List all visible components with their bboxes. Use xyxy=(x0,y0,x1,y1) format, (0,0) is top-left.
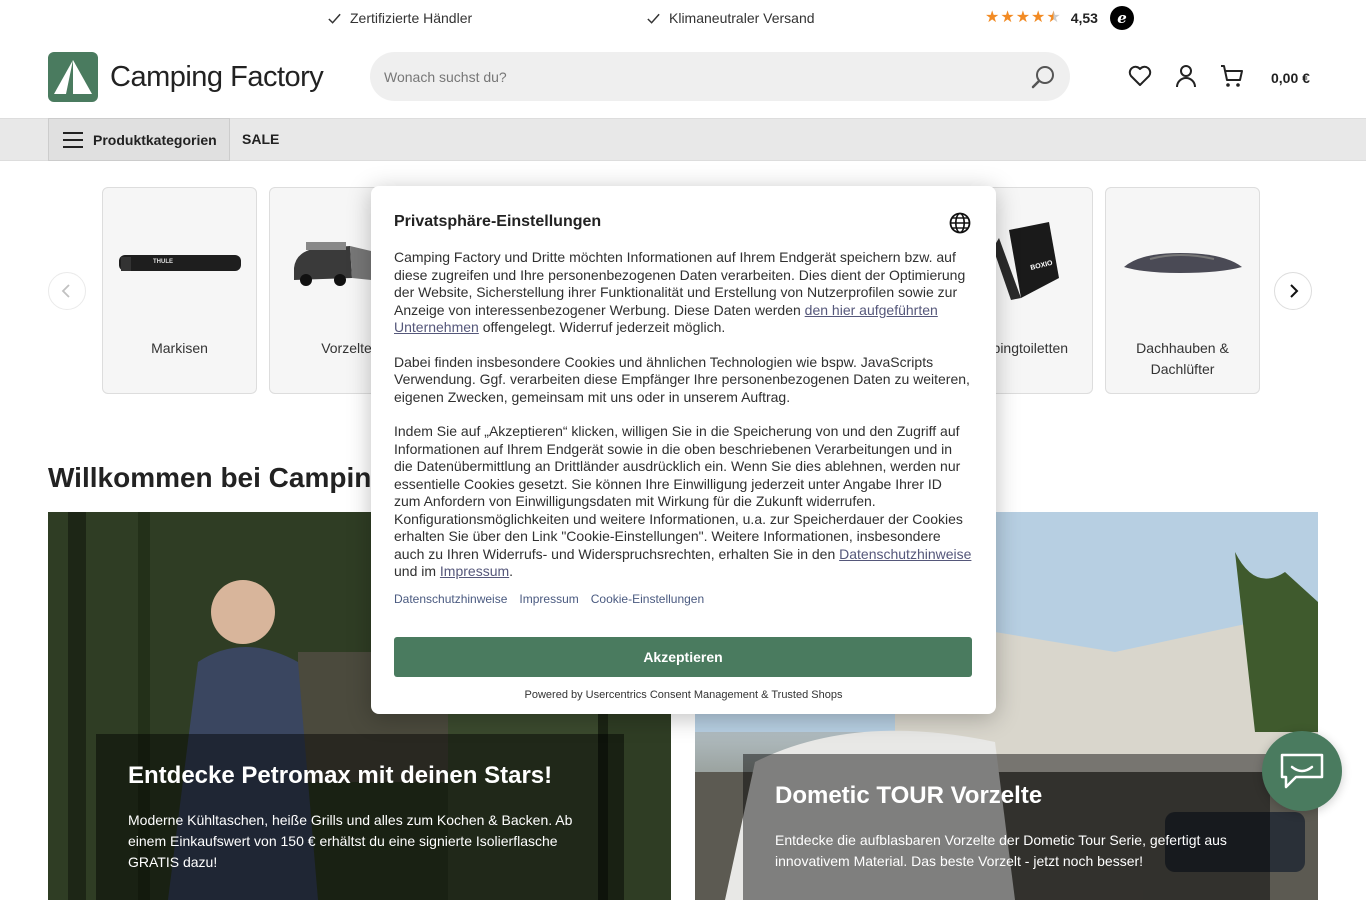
cookie-settings-link[interactable]: Cookie-Einstellungen xyxy=(591,592,704,606)
slider-next-button[interactable] xyxy=(1274,272,1312,310)
category-card-markisen[interactable]: THULE Markisen xyxy=(102,187,257,394)
header-actions xyxy=(1127,63,1245,89)
usp-certified-label: Zertifizierte Händler xyxy=(350,10,473,26)
chevron-left-icon xyxy=(61,284,70,298)
consent-text: Indem Sie auf „Akzeptieren“ klicken, wil… xyxy=(394,423,963,562)
roof-hatch-image xyxy=(1116,208,1249,318)
consent-text: und im xyxy=(394,563,440,579)
consent-title: Privatsphäre-Einstellungen xyxy=(394,213,602,230)
site-header: Camping Factory 0,00 € xyxy=(0,36,1366,118)
usp-climate-label: Klimaneutraler Versand xyxy=(669,10,815,26)
banner-caption: Dometic TOUR Vorzelte Entdecke die aufbl… xyxy=(743,754,1270,900)
wishlist-heart-icon[interactable] xyxy=(1127,63,1153,89)
banner-caption: Entdecke Petromax mit deinen Stars! Mode… xyxy=(96,734,624,900)
menu-hamburger-icon xyxy=(63,131,83,148)
cart-icon[interactable] xyxy=(1219,63,1245,89)
category-label: Dachhauben & Dachlüfter xyxy=(1136,340,1229,377)
trust-bar: Zertifizierte Händler Klimaneutraler Ver… xyxy=(0,0,1366,36)
consent-footer-links: Datenschutzhinweise Impressum Cookie-Ein… xyxy=(394,592,972,606)
search-bar[interactable] xyxy=(370,52,1070,101)
chevron-right-icon xyxy=(1290,284,1299,298)
usp-climate: Klimaneutraler Versand xyxy=(646,10,815,26)
privacy-inline-link[interactable]: Datenschutzhinweise xyxy=(839,546,971,562)
svg-text:THULE: THULE xyxy=(153,259,173,265)
banner-text: Entdecke die aufblasbaren Vorzelte der D… xyxy=(775,832,1227,869)
consent-paragraph-1: Camping Factory und Dritte möchten Infor… xyxy=(394,249,972,337)
half-star-icon: ★ xyxy=(1046,9,1061,26)
chat-bubble-icon xyxy=(1280,753,1324,789)
rating-stars: ★ ★ ★ ★ ★ xyxy=(985,10,1061,26)
banner-title: Dometic TOUR Vorzelte xyxy=(775,782,1043,809)
slider-prev-button[interactable] xyxy=(48,272,86,310)
consent-paragraph-2: Dabei finden insbesondere Cookies und äh… xyxy=(394,353,970,405)
star-icon: ★ xyxy=(1031,9,1046,26)
imprint-link[interactable]: Impressum xyxy=(519,592,578,606)
category-label: Markisen xyxy=(151,340,208,356)
consent-text: offengelegt. Widerruf jederzeit möglich. xyxy=(478,319,726,335)
language-globe-icon[interactable] xyxy=(949,212,971,234)
main-nav: Produktkategorien SALE xyxy=(0,118,1366,161)
product-categories-button[interactable]: Produktkategorien xyxy=(48,118,230,161)
shop-rating[interactable]: ★ ★ ★ ★ ★ 4,53 e xyxy=(985,6,1134,30)
product-categories-label: Produktkategorien xyxy=(93,131,217,148)
consent-paragraph-3: Indem Sie auf „Akzeptieren“ klicken, wil… xyxy=(394,423,972,581)
powered-by-text: Powered by Usercentrics Consent Manageme… xyxy=(524,689,843,701)
cart-total[interactable]: 0,00 € xyxy=(1271,70,1310,86)
checkmark-icon xyxy=(328,13,341,24)
rating-value: 4,53 xyxy=(1070,10,1098,26)
consent-body: Camping Factory und Dritte möchten Infor… xyxy=(394,249,972,581)
privacy-link[interactable]: Datenschutzhinweise xyxy=(394,592,507,606)
consent-text: . xyxy=(509,563,514,579)
account-user-icon[interactable] xyxy=(1173,63,1199,89)
consent-dialog: Privatsphäre-Einstellungen Camping Facto… xyxy=(371,186,996,714)
awning-image: THULE xyxy=(113,208,246,318)
logo-text: Camping Factory xyxy=(110,60,324,93)
trusted-shops-badge-icon[interactable]: e xyxy=(1109,6,1134,30)
banner-title: Entdecke Petromax mit deinen Stars! xyxy=(128,762,553,789)
logo[interactable]: Camping Factory xyxy=(48,52,324,102)
welcome-heading: Willkommen bei Campin xyxy=(48,462,372,493)
banner-text: Moderne Kühltaschen, heiße Grills und al… xyxy=(128,812,573,870)
star-icon: ★ xyxy=(985,9,1000,26)
search-input[interactable] xyxy=(384,68,1030,85)
star-icon: ★ xyxy=(1015,9,1031,26)
category-card-dachhauben[interactable]: Dachhauben & Dachlüfter xyxy=(1105,187,1260,394)
imprint-inline-link[interactable]: Impressum xyxy=(440,563,509,579)
nav-sale-link[interactable]: SALE xyxy=(242,131,279,147)
checkmark-icon xyxy=(647,13,660,24)
chat-button[interactable] xyxy=(1262,731,1342,811)
logo-tent-icon xyxy=(48,52,98,102)
accept-button[interactable]: Akzeptieren xyxy=(394,637,972,677)
search-icon[interactable] xyxy=(1030,64,1056,90)
usp-certified: Zertifizierte Händler xyxy=(327,10,472,26)
star-icon: ★ xyxy=(1000,9,1015,26)
